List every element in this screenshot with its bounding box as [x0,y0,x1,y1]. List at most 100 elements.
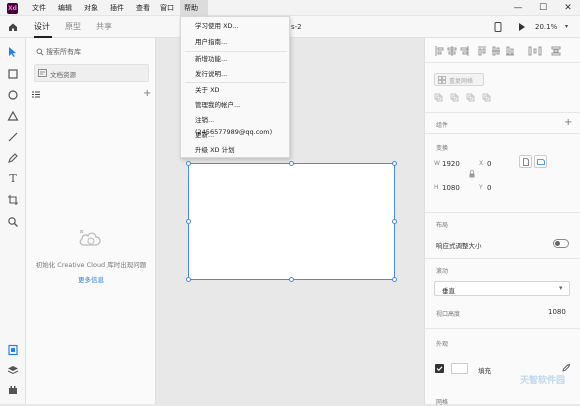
plugins-panel-icon[interactable] [7,384,19,396]
zoom-level[interactable]: 20.1% [535,16,557,38]
x-field[interactable]: 0 [487,160,491,168]
document-assets-button[interactable]: 文档资源 [34,64,149,82]
document-assets-icon [38,69,47,77]
menu-object[interactable]: 对象 [80,0,102,16]
watermark: 天智软件园 [520,376,566,386]
menu-edit[interactable]: 编辑 [54,0,76,16]
menu-item-user-guide[interactable]: 用户指南... [195,36,227,48]
scroll-direction-select[interactable]: 垂直 ▾ [434,281,570,296]
portrait-icon [523,158,529,166]
menu-item-manage-account[interactable]: 管理我的帐户... [195,99,240,111]
search-input-placeholder[interactable]: 搜索所有库 [46,47,81,57]
transform-section-title: 变换 [436,145,449,152]
menu-item-upgrade-plan[interactable]: 升级 XD 计划 [195,144,235,156]
maximize-button[interactable]: ☐ [531,0,555,16]
responsive-resize-toggle[interactable] [553,239,569,248]
ellipse-tool-icon[interactable] [7,89,19,101]
repeat-grid-icon [438,76,446,84]
tab-prototype[interactable]: 原型 [65,16,81,38]
menu-item-sign-out[interactable]: 注销... (2456577989@qq.com) [195,114,289,136]
viewport-height-field[interactable]: 1080 [548,308,566,316]
repeat-grid-label: 重复网格 [449,78,474,85]
layout-section-title: 布局 [436,222,449,229]
menu-window[interactable]: 窗口 [156,0,178,16]
add-library-icon[interactable]: + [143,88,151,99]
appearance-section-title: 外观 [436,341,449,348]
tab-design[interactable]: 设计 [34,16,50,38]
menu-item-release-notes[interactable]: 发行说明... [195,68,227,80]
minimize-button[interactable]: — [506,0,530,16]
menu-help[interactable]: 帮助 [180,0,208,16]
library-search[interactable]: 搜索所有库 [34,46,149,60]
document-assets-label: 文档资源 [50,71,76,79]
select-tool-icon[interactable] [7,46,19,58]
line-tool-icon[interactable] [7,131,19,143]
tab-share[interactable]: 共享 [96,16,112,38]
more-info-link[interactable]: 更多信息 [26,274,156,284]
device-preview-icon[interactable] [494,22,502,32]
resize-handle-bottom-left[interactable] [186,277,191,282]
resize-handle-top[interactable] [289,161,294,166]
resize-handle-top-left[interactable] [186,161,191,166]
divider [425,328,580,329]
y-field[interactable]: 0 [487,184,491,192]
x-label: X [479,160,484,167]
menu-item-about[interactable]: 关于 XD [195,84,220,96]
close-button[interactable]: ✕ [556,0,580,16]
lock-aspect-icon[interactable] [469,170,475,178]
title-bar: Xd 文件 编辑 对象 插件 查看 窗口 帮助 — ☐ ✕ [0,0,580,16]
menu-separator [185,82,287,83]
menu-view[interactable]: 查看 [132,0,154,16]
artboard[interactable] [188,163,395,280]
list-view-icon[interactable] [32,91,40,98]
width-label: W [434,160,440,167]
xd-logo: Xd [7,3,18,14]
eyedropper-icon[interactable] [562,363,571,372]
scroll-direction-value: 垂直 [442,287,455,295]
height-field[interactable]: 1080 [442,184,460,192]
zoom-chevron-icon[interactable]: ▾ [565,23,568,30]
resize-handle-right[interactable] [392,219,397,224]
polygon-tool-icon[interactable] [7,110,19,122]
libraries-panel [26,38,156,404]
resize-handle-bottom[interactable] [289,277,294,282]
menu-plugins[interactable]: 插件 [106,0,128,16]
rectangle-tool-icon[interactable] [7,68,19,80]
artboard-tool-icon[interactable] [7,194,19,206]
pen-tool-icon[interactable] [7,152,19,164]
resize-handle-bottom-right[interactable] [392,277,397,282]
repeat-grid-button[interactable]: 重复网格 [434,73,484,86]
responsive-resize-label: 响应式调整大小 [436,242,482,250]
toggle-knob [555,241,560,246]
resize-handle-top-right[interactable] [392,161,397,166]
portrait-orientation-button[interactable] [519,155,532,168]
align-toolbar [434,46,574,56]
text-tool-icon[interactable]: T [7,173,19,185]
divider [425,212,580,213]
document-title[interactable]: s-2 [291,16,302,38]
divider [425,62,580,63]
divider [425,112,580,113]
toolbar [0,16,580,38]
viewport-height-label: 视口高度 [436,311,461,318]
fill-checkbox[interactable] [435,364,444,373]
library-error-message: 初始化 Creative Cloud 库时出现问题 [35,261,147,269]
menu-item-learn-xd[interactable]: 学习使用 XD... [195,20,239,32]
menu-item-whats-new[interactable]: 新增功能... [195,53,227,65]
home-icon[interactable] [8,22,18,32]
height-label: H [434,184,439,191]
zoom-tool-icon[interactable] [7,216,19,228]
fill-color-swatch[interactable] [451,363,468,374]
resize-handle-left[interactable] [186,219,191,224]
fill-label: 填充 [478,367,491,375]
play-icon[interactable] [518,22,526,32]
y-label: Y [479,184,483,191]
width-field[interactable]: 1920 [442,160,460,168]
menu-item-updates[interactable]: 更新... [195,129,214,141]
search-icon [36,48,44,56]
menu-file[interactable]: 文件 [28,0,50,16]
layers-panel-icon[interactable] [7,364,19,376]
libraries-panel-icon[interactable] [7,344,19,356]
add-component-icon[interactable]: + [564,117,572,128]
landscape-orientation-button[interactable] [534,155,547,168]
